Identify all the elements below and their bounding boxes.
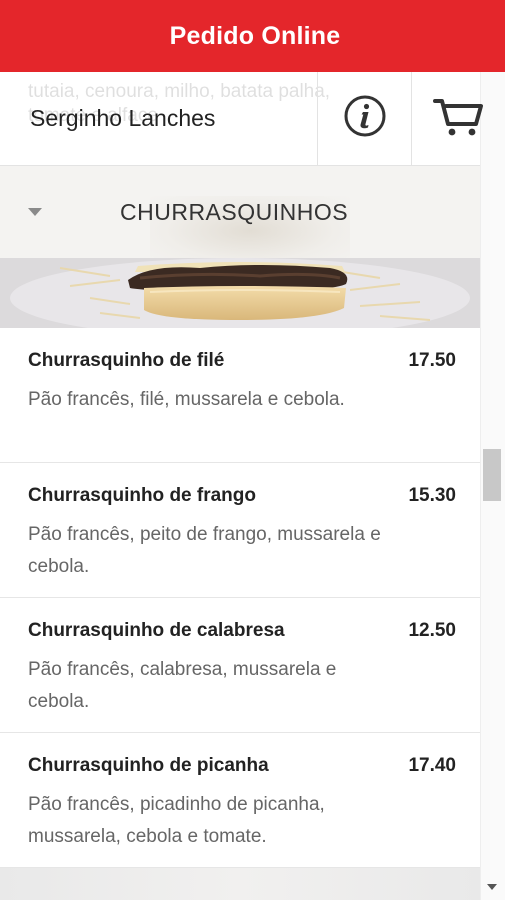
scroll-down-arrow-icon[interactable] — [484, 880, 500, 894]
menu-item[interactable]: Churrasquinho de picanha 17.40 Pão franc… — [0, 733, 480, 868]
app-title: Pedido Online — [169, 21, 341, 50]
store-header: tutaia, cenoura, milho, batata palha, to… — [0, 72, 505, 166]
info-button[interactable] — [317, 72, 411, 165]
category-banner-image — [0, 258, 480, 328]
cart-icon — [432, 94, 486, 143]
item-name: Churrasquinho de filé — [28, 350, 225, 371]
scrollbar-thumb[interactable] — [483, 449, 501, 501]
item-price: 17.40 — [408, 755, 456, 776]
item-price: 12.50 — [408, 620, 456, 641]
triangle-down-icon — [28, 207, 42, 217]
category-title: CHURRASQUINHOS — [120, 198, 349, 225]
app-title-bar: Pedido Online — [0, 0, 510, 72]
menu-item[interactable]: Churrasquinho de frango 15.30 Pão francê… — [0, 463, 480, 598]
store-name: Serginho Lanches — [30, 105, 216, 131]
menu-item[interactable]: Churrasquinho de calabresa 12.50 Pão fra… — [0, 598, 480, 733]
item-price: 17.50 — [408, 350, 456, 371]
item-description: Pão francês, filé, mussarela e cebola. — [28, 389, 345, 410]
menu-item-list: Churrasquinho de filé 17.50 Pão francês,… — [0, 328, 480, 868]
item-description: Pão francês, picadinho de picanha, mussa… — [28, 794, 325, 847]
item-description: Pão francês, peito de frango, mussarela … — [28, 524, 381, 577]
item-price: 15.30 — [408, 485, 456, 506]
category-header[interactable]: CHURRASQUINHOS — [0, 166, 480, 258]
item-name: Churrasquinho de picanha — [28, 755, 269, 776]
next-category-preview — [0, 868, 480, 900]
app-window: Pedido Online tutaia, cenoura, milho, ba… — [0, 0, 510, 900]
item-name: Churrasquinho de calabresa — [28, 620, 285, 641]
info-icon — [343, 94, 387, 143]
window-edge — [505, 0, 510, 900]
cart-button[interactable] — [411, 72, 505, 165]
menu-item[interactable]: Churrasquinho de filé 17.50 Pão francês,… — [0, 328, 480, 463]
item-description: Pão francês, calabresa, mussarela e cebo… — [28, 659, 337, 712]
item-name: Churrasquinho de frango — [28, 485, 256, 506]
